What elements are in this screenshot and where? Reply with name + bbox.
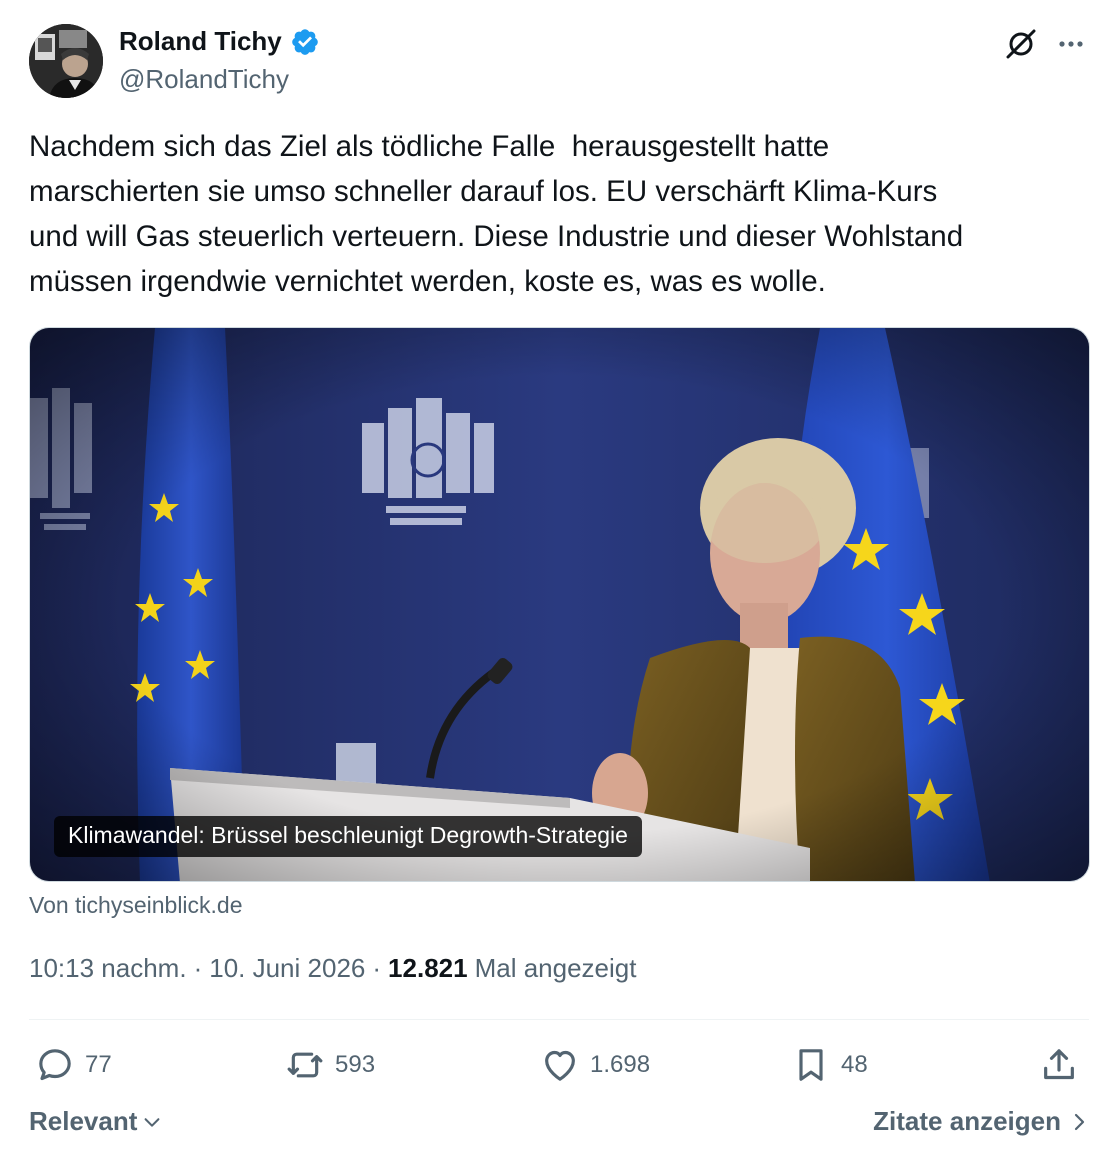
meta-separator: · <box>193 953 203 983</box>
tweet-text: Nachdem sich das Ziel als tödliche Falle… <box>29 130 964 298</box>
like-icon <box>545 1050 575 1081</box>
divider <box>29 1019 1089 1020</box>
reply-icon <box>39 1049 71 1081</box>
verified-badge-icon <box>291 28 318 55</box>
like-count: 1.698 <box>590 1051 651 1078</box>
author-handle[interactable]: @RolandTichy <box>119 64 289 95</box>
meta-separator: · <box>372 953 382 983</box>
repost-button[interactable]: 593 <box>285 1040 375 1090</box>
reply-count: 77 <box>85 1051 112 1078</box>
tweet-date[interactable]: 10. Juni 2026 <box>209 953 365 984</box>
link-card[interactable]: Klimawandel: Brüssel beschleunigt Degrow… <box>29 327 1090 882</box>
share-icon <box>1044 1049 1074 1080</box>
bookmark-icon <box>799 1049 823 1081</box>
action-bar: 77 593 1.698 48 <box>29 1040 1089 1090</box>
card-source[interactable]: Von tichyseinblick.de <box>29 892 243 919</box>
bookmark-count: 48 <box>841 1051 868 1078</box>
avatar[interactable] <box>29 24 103 98</box>
views-count: 12.821 <box>388 953 468 983</box>
repost-count: 593 <box>335 1051 376 1078</box>
views-label: Mal angezeigt <box>474 953 637 983</box>
quotes-label: Zitate anzeigen <box>873 1106 1061 1136</box>
card-image <box>30 328 1089 881</box>
card-caption[interactable]: Klimawandel: Brüssel beschleunigt Degrow… <box>54 816 642 857</box>
tweet-header: Roland Tichy @RolandTichy <box>29 22 1089 102</box>
more-icon[interactable] <box>1053 26 1089 62</box>
like-button[interactable]: 1.698 <box>540 1040 650 1090</box>
author-name[interactable]: Roland Tichy <box>119 26 282 57</box>
sort-dropdown[interactable]: Relevant <box>29 1106 163 1137</box>
author-name-row[interactable]: Roland Tichy <box>119 26 320 57</box>
view-quotes-link[interactable]: Zitate anzeigen <box>873 1106 1089 1137</box>
grok-icon[interactable] <box>1003 26 1039 62</box>
tweet-time[interactable]: 10:13 nachm. <box>29 953 187 984</box>
reply-button[interactable]: 77 <box>35 1040 112 1090</box>
tweet-meta: 10:13 nachm. · 10. Juni 2026 · 12.821 Ma… <box>29 953 636 984</box>
chevron-down-icon <box>144 1117 160 1127</box>
repost-icon <box>287 1052 323 1078</box>
chevron-right-icon <box>1074 1113 1085 1130</box>
bookmark-button[interactable]: 48 <box>791 1040 868 1090</box>
sort-label: Relevant <box>29 1106 138 1136</box>
share-button[interactable] <box>1039 1040 1079 1090</box>
